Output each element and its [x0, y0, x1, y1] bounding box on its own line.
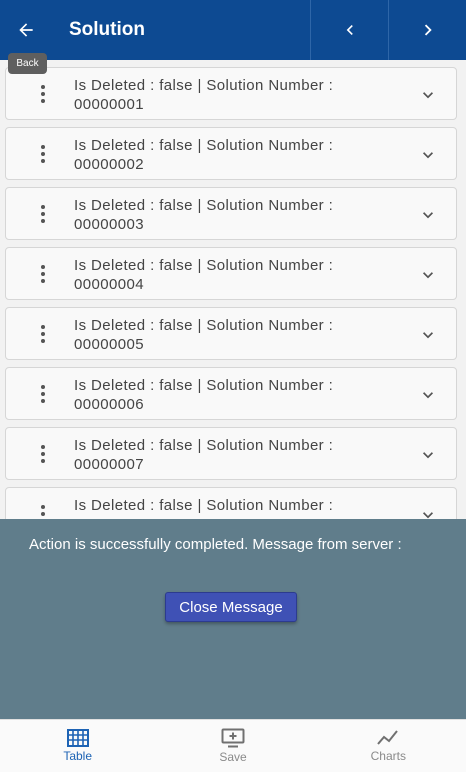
bottom-navigation: Table Save Charts — [0, 719, 466, 772]
more-vertical-icon[interactable] — [35, 204, 51, 224]
list-item-text: Is Deleted : false | Solution Number : 0… — [74, 197, 334, 233]
chevron-down-icon[interactable] — [418, 205, 438, 225]
list-item-text: Is Deleted : false | Solution Number : 0… — [74, 257, 334, 293]
nav-charts-label: Charts — [370, 749, 406, 763]
more-vertical-icon[interactable] — [35, 324, 51, 344]
message-text: Action is successfully completed. Messag… — [29, 536, 402, 553]
list-item[interactable]: Is Deleted : false | Solution Number : — [5, 487, 457, 519]
more-vertical-icon[interactable] — [35, 264, 51, 284]
list-item[interactable]: Is Deleted : false | Solution Number : 0… — [5, 247, 457, 300]
list-item[interactable]: Is Deleted : false | Solution Number : 0… — [5, 307, 457, 360]
record-list: Is Deleted : false | Solution Number : 0… — [0, 60, 466, 519]
message-panel: Action is successfully completed. Messag… — [0, 519, 466, 719]
nav-charts[interactable]: Charts — [311, 720, 466, 772]
list-item-text: Is Deleted : false | Solution Number : 0… — [74, 77, 334, 113]
next-button[interactable] — [388, 0, 466, 60]
page-title: Solution — [69, 19, 145, 40]
chevron-down-icon[interactable] — [418, 145, 438, 165]
chevron-right-icon — [424, 24, 432, 36]
nav-save-label: Save — [219, 750, 247, 764]
list-item[interactable]: Is Deleted : false | Solution Number : 0… — [5, 67, 457, 120]
nav-table-label: Table — [63, 749, 92, 763]
chevron-down-icon[interactable] — [418, 325, 438, 345]
nav-save[interactable]: Save — [155, 720, 310, 772]
list-item[interactable]: Is Deleted : false | Solution Number : 0… — [5, 187, 457, 240]
more-vertical-icon[interactable] — [35, 504, 51, 519]
chevron-down-icon[interactable] — [418, 445, 438, 465]
chevron-left-icon — [346, 25, 353, 35]
list-item-text: Is Deleted : false | Solution Number : 0… — [74, 317, 334, 353]
more-vertical-icon[interactable] — [35, 444, 51, 464]
list-item[interactable]: Is Deleted : false | Solution Number : 0… — [5, 427, 457, 480]
monitor-add-icon — [221, 728, 245, 748]
more-vertical-icon[interactable] — [35, 384, 51, 404]
line-chart-icon — [377, 730, 399, 745]
list-item-text: Is Deleted : false | Solution Number : 0… — [74, 437, 334, 473]
chevron-down-icon[interactable] — [418, 505, 438, 519]
previous-button[interactable] — [310, 0, 388, 60]
list-item-text: Is Deleted : false | Solution Number : 0… — [74, 137, 334, 173]
back-tooltip: Back — [8, 53, 47, 74]
back-button[interactable] — [0, 0, 52, 60]
list-item-text: Is Deleted : false | Solution Number : — [74, 497, 334, 514]
chevron-down-icon[interactable] — [418, 385, 438, 405]
more-vertical-icon[interactable] — [35, 84, 51, 104]
chevron-down-icon[interactable] — [418, 85, 438, 105]
chevron-down-icon[interactable] — [418, 265, 438, 285]
list-item[interactable]: Is Deleted : false | Solution Number : 0… — [5, 127, 457, 180]
arrow-left-icon — [19, 23, 33, 37]
nav-table[interactable]: Table — [0, 720, 155, 772]
more-vertical-icon[interactable] — [35, 144, 51, 164]
grid-icon — [66, 729, 89, 747]
list-item[interactable]: Is Deleted : false | Solution Number : 0… — [5, 367, 457, 420]
list-item-text: Is Deleted : false | Solution Number : 0… — [74, 377, 334, 413]
close-message-button[interactable]: Close Message — [165, 592, 297, 622]
app-header: Solution — [0, 0, 466, 60]
